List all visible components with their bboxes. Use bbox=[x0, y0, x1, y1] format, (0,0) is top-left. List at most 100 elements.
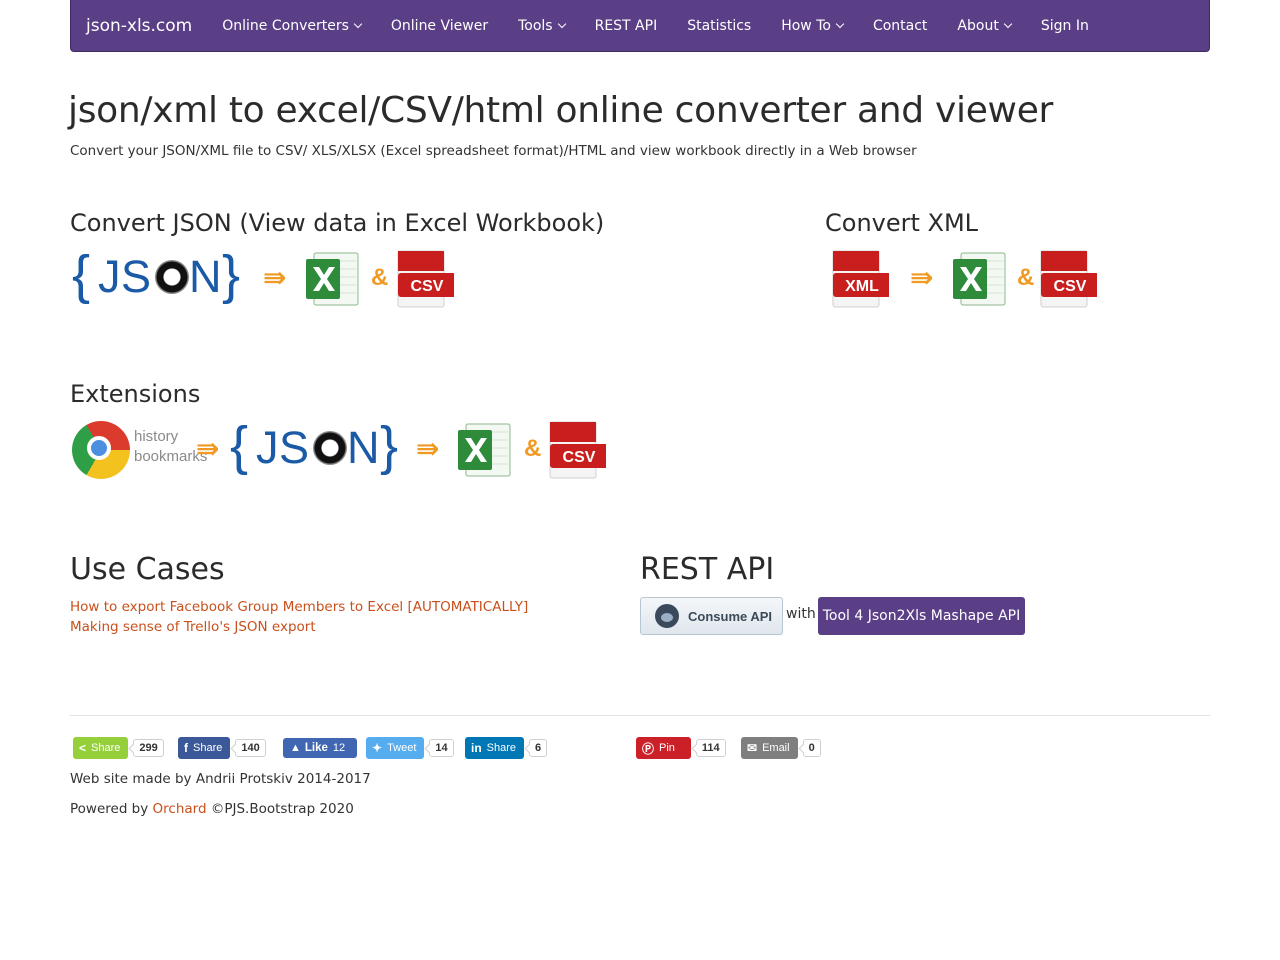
json-logo-icon: { JS N } bbox=[228, 419, 408, 481]
xml-file-icon: XML bbox=[832, 250, 889, 308]
envelope-icon: ✉ bbox=[747, 741, 758, 755]
chevron-down-icon bbox=[835, 19, 845, 28]
chrome-icon-center bbox=[87, 436, 111, 460]
linkedin-icon: in bbox=[471, 741, 482, 755]
linkedin-widget[interactable]: in Share 6 bbox=[465, 737, 548, 759]
twitter-label: Tweet bbox=[387, 742, 417, 754]
chevron-down-icon bbox=[1003, 19, 1013, 28]
json-text-left: JS bbox=[256, 422, 310, 473]
json-o-ring bbox=[155, 260, 189, 294]
nav-rest-api[interactable]: REST API bbox=[580, 18, 673, 34]
arrow-right-icon: ⇛ bbox=[910, 261, 934, 294]
json-brace-open: { bbox=[230, 416, 249, 476]
orchard-link[interactable]: Orchard bbox=[153, 801, 207, 817]
pinterest-widget[interactable]: Ⓟ Pin 114 bbox=[636, 737, 726, 759]
linkedin-count: 6 bbox=[529, 739, 548, 757]
with-text: with bbox=[786, 606, 816, 622]
ampersand-icon: & bbox=[1017, 264, 1035, 291]
footer-made-by: Web site made by Andrii Protskiv 2014-20… bbox=[70, 771, 371, 787]
json-brace-close: } bbox=[222, 245, 241, 305]
nav-label: How To bbox=[781, 17, 831, 34]
page-subtitle: Convert your JSON/XML file to CSV/ XLS/X… bbox=[70, 143, 917, 159]
page-title: json/xml to excel/CSV/html online conver… bbox=[68, 90, 1054, 131]
mashape-api-button[interactable]: Tool 4 Json2Xls Mashape API bbox=[818, 597, 1025, 635]
consume-api-button[interactable]: Consume API bbox=[640, 597, 783, 635]
csv-label: CSV bbox=[563, 449, 596, 466]
nav-statistics[interactable]: Statistics bbox=[672, 18, 766, 34]
facebook-like-label: Like bbox=[304, 742, 328, 754]
json-brace-open: { bbox=[72, 245, 91, 305]
top-navbar: json-xls.com Online Converters Online Vi… bbox=[70, 0, 1210, 52]
nav-label: Online Converters bbox=[222, 17, 349, 34]
linkedin-label: Share bbox=[486, 742, 517, 754]
json-brace-close: } bbox=[380, 416, 399, 476]
nav-contact[interactable]: Contact bbox=[858, 18, 942, 34]
csv-file-icon: CSV bbox=[397, 250, 454, 308]
arrow-right-icon: ⇛ bbox=[416, 432, 440, 465]
convert-json-link[interactable]: { JS N } ⇛ & CSV bbox=[70, 248, 470, 310]
xml-label: XML bbox=[845, 278, 879, 295]
nav-label: Tools bbox=[518, 17, 553, 34]
facebook-like-count: 12 bbox=[332, 742, 346, 754]
section-title-extensions: Extensions bbox=[70, 380, 201, 408]
twitter-widget[interactable]: ✦ Tweet 14 bbox=[366, 737, 454, 759]
email-widget[interactable]: ✉ Email 0 bbox=[741, 737, 821, 759]
share-icon: < bbox=[79, 741, 87, 755]
pinterest-label: Pin bbox=[659, 742, 675, 754]
nav-online-converters[interactable]: Online Converters bbox=[207, 18, 376, 34]
facebook-like-button[interactable]: ▲ Like 12 bbox=[283, 738, 357, 758]
convert-xml-link[interactable]: XML ⇛ & CSV bbox=[825, 248, 1115, 310]
email-count: 0 bbox=[802, 739, 821, 757]
ampersand-icon: & bbox=[524, 435, 542, 462]
nav-label: Online Viewer bbox=[390, 17, 489, 34]
nav-about[interactable]: About bbox=[942, 18, 1025, 34]
facebook-share-label: Share bbox=[193, 742, 223, 754]
facebook-share-count: 140 bbox=[235, 739, 266, 757]
excel-icon bbox=[306, 252, 359, 306]
nav-label: REST API bbox=[594, 17, 658, 34]
section-title-convert-json: Convert JSON (View data in Excel Workboo… bbox=[70, 209, 605, 237]
facebook-share-widget[interactable]: f Share 140 bbox=[178, 737, 266, 759]
share-all-count: 299 bbox=[133, 739, 164, 757]
chrome-extension-link[interactable]: history bookmarks ⇛ { JS N } ⇛ & CSV bbox=[70, 419, 615, 481]
use-case-link-facebook[interactable]: How to export Facebook Group Members to … bbox=[70, 599, 528, 615]
nav-how-to[interactable]: How To bbox=[766, 18, 858, 34]
brand-link[interactable]: json-xls.com bbox=[71, 16, 207, 36]
facebook-icon: f bbox=[184, 741, 188, 755]
ampersand-icon: & bbox=[371, 264, 389, 291]
email-label: Email bbox=[762, 742, 790, 754]
use-case-link-trello[interactable]: Making sense of Trello's JSON export bbox=[70, 619, 316, 635]
json-text-right: N bbox=[189, 251, 222, 302]
json-text-left: JS bbox=[98, 251, 152, 302]
chevron-down-icon bbox=[557, 19, 566, 28]
share-all-label: Share bbox=[91, 742, 121, 754]
csv-file-icon: CSV bbox=[1040, 250, 1097, 308]
section-title-use-cases: Use Cases bbox=[70, 552, 225, 587]
nav-online-viewer[interactable]: Online Viewer bbox=[376, 18, 503, 34]
footer-divider bbox=[70, 715, 1210, 716]
nav-label: Statistics bbox=[687, 17, 752, 34]
arrow-right-icon: ⇛ bbox=[196, 432, 220, 465]
json-text-right: N bbox=[347, 422, 380, 473]
json-o-ring bbox=[313, 431, 347, 465]
nav-label: Contact bbox=[872, 17, 928, 34]
powered-prefix: Powered by bbox=[70, 801, 149, 817]
excel-icon bbox=[458, 423, 511, 477]
thumbs-up-icon: ▲ bbox=[290, 742, 301, 754]
mashape-gorilla-icon bbox=[655, 604, 679, 628]
powered-suffix: ©PJS.Bootstrap 2020 bbox=[210, 801, 354, 817]
nav-sign-in[interactable]: Sign In bbox=[1026, 18, 1104, 34]
excel-icon bbox=[953, 252, 1006, 306]
twitter-bird-icon: ✦ bbox=[372, 741, 383, 755]
nav-tools[interactable]: Tools bbox=[503, 18, 580, 34]
section-title-convert-xml: Convert XML bbox=[825, 209, 979, 237]
json-logo-icon: { JS N } bbox=[70, 248, 250, 310]
csv-label: CSV bbox=[1054, 278, 1087, 295]
section-title-rest-api: REST API bbox=[640, 552, 775, 587]
csv-label: CSV bbox=[411, 278, 444, 295]
share-all-widget[interactable]: < Share 299 bbox=[73, 737, 164, 759]
footer-powered-by: Powered by Orchard ©PJS.Bootstrap 2020 bbox=[70, 801, 354, 817]
nav-label: About bbox=[957, 17, 999, 34]
arrow-right-icon: ⇛ bbox=[263, 261, 287, 294]
csv-file-icon: CSV bbox=[549, 421, 606, 479]
